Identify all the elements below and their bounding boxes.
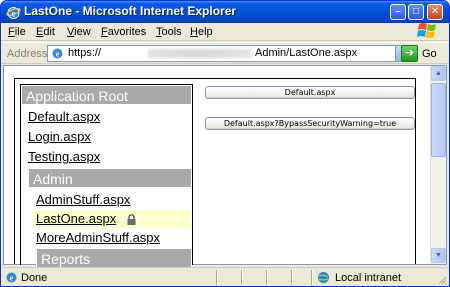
scrollbar-thumb[interactable] — [431, 83, 446, 157]
svg-text:e: e — [56, 50, 60, 59]
menu-link-testing[interactable]: Testing.aspx — [28, 149, 100, 164]
local-intranet-icon — [318, 272, 329, 283]
status-separator — [311, 270, 312, 285]
menu-view[interactable]: View — [67, 26, 91, 38]
title-bar[interactable]: e LastOne - Microsoft Internet Explorer … — [1, 1, 449, 23]
address-input[interactable]: e https:// Admin/LastOne.aspx ▼ — [47, 45, 411, 62]
menu-link-login[interactable]: Login.aspx — [28, 129, 91, 144]
maximize-button[interactable]: □ — [408, 4, 424, 20]
url-path: Admin/LastOne.aspx — [255, 47, 358, 59]
resize-grip-icon[interactable] — [437, 275, 447, 285]
page-frame: Application Root Default.aspx Login.aspx… — [14, 78, 416, 268]
lock-icon — [127, 214, 136, 225]
minimize-button[interactable]: – — [390, 4, 406, 20]
go-button[interactable]: ➔ — [401, 45, 418, 62]
menu-link-adminstuff[interactable]: AdminStuff.aspx — [36, 192, 130, 207]
scroll-down-button[interactable]: ▼ — [431, 248, 446, 263]
minimize-icon: – — [395, 6, 401, 17]
menu-link-moreadminstuff[interactable]: MoreAdminStuff.aspx — [36, 230, 160, 245]
close-button[interactable]: ✕ — [427, 4, 443, 20]
menu-header-reports[interactable]: Reports — [36, 248, 192, 268]
page-icon: e — [52, 48, 63, 59]
menu-tools[interactable]: Tools — [156, 26, 182, 38]
scroll-up-button[interactable]: ▲ — [431, 66, 446, 81]
window-title: LastOne - Microsoft Internet Explorer — [24, 4, 237, 18]
windows-logo-icon — [417, 23, 436, 38]
page-done-icon: e — [6, 272, 17, 283]
browser-window: e LastOne - Microsoft Internet Explorer … — [0, 0, 450, 287]
menu-edit[interactable]: Edit — [36, 26, 55, 38]
go-label[interactable]: Go — [422, 48, 437, 60]
address-bar: Address e https:// Admin/LastOne.aspx ▼ … — [1, 42, 449, 64]
menu-link-default[interactable]: Default.aspx — [28, 109, 100, 124]
redacted-host — [148, 49, 252, 58]
menu-help[interactable]: Help — [190, 26, 213, 38]
status-bar: e Done Local intranet — [1, 267, 449, 286]
status-separator — [241, 270, 242, 285]
menu-header-application-root[interactable]: Application Root — [21, 85, 192, 105]
menu-file[interactable]: File — [8, 26, 26, 38]
go-arrow-icon: ➔ — [404, 47, 415, 59]
chevron-down-icon: ▼ — [435, 252, 442, 259]
default-aspx-button[interactable]: Default.aspx — [205, 86, 415, 99]
status-text: Done — [21, 272, 48, 284]
chevron-up-icon: ▲ — [435, 70, 442, 77]
menu-link-lastone[interactable]: LastOne.aspx — [36, 211, 116, 226]
site-menu: Application Root Default.aspx Login.aspx… — [20, 84, 193, 268]
close-icon: ✕ — [430, 6, 440, 17]
maximize-icon: □ — [412, 6, 420, 17]
address-label: Address — [7, 48, 48, 60]
menu-item-lastone-selected[interactable]: LastOne.aspx — [33, 210, 191, 228]
internet-explorer-icon: e — [6, 7, 21, 19]
menu-header-admin[interactable]: Admin — [28, 168, 192, 188]
vertical-scrollbar[interactable]: ▲ ▼ — [430, 66, 446, 264]
svg-text:e: e — [10, 274, 14, 283]
menu-favorites[interactable]: Favorites — [101, 26, 146, 38]
status-separator — [266, 270, 267, 285]
menu-bar: File Edit View Favorites Tools Help — [1, 23, 449, 41]
status-separator — [291, 270, 292, 285]
url-prefix: https:// — [68, 47, 102, 59]
bypass-security-warning-button[interactable]: Default.aspx?BypassSecurityWarning=true — [205, 117, 415, 130]
security-zone-text: Local intranet — [335, 272, 402, 284]
page-content: Application Root Default.aspx Login.aspx… — [3, 65, 447, 268]
status-separator — [216, 270, 217, 285]
